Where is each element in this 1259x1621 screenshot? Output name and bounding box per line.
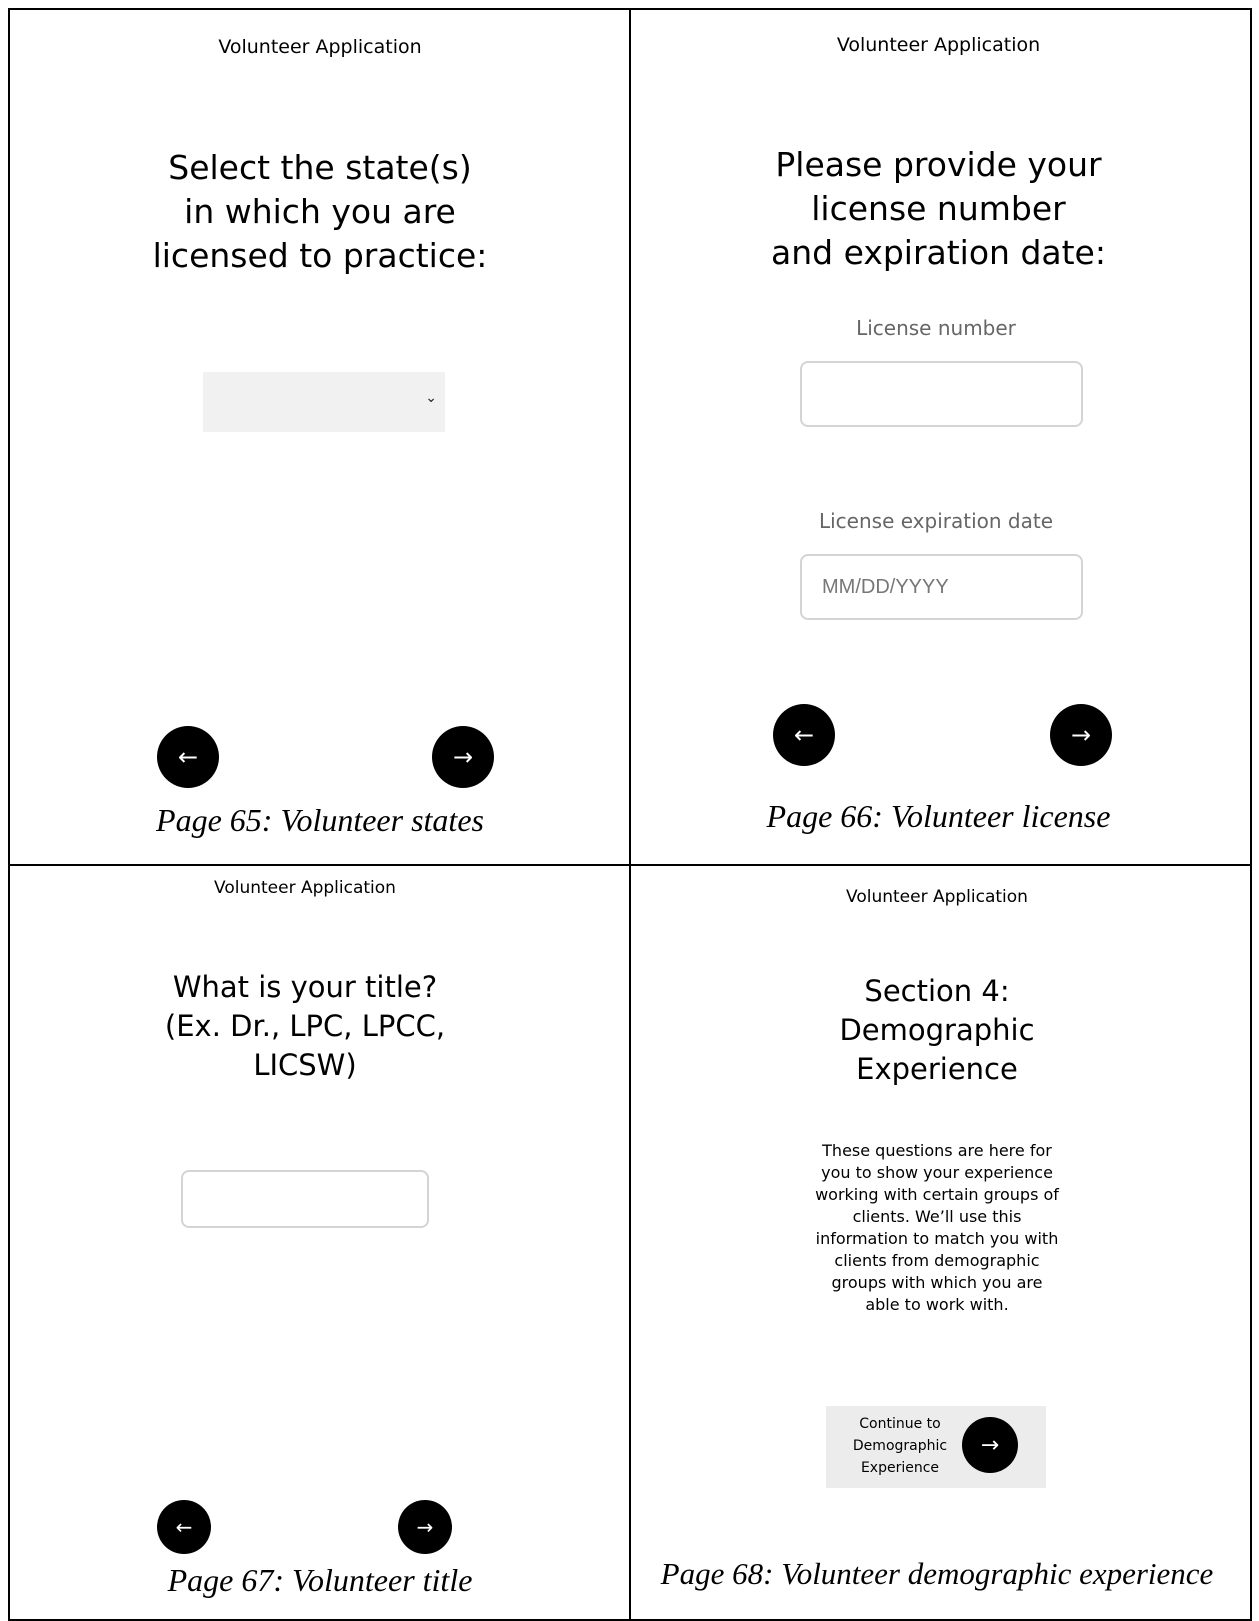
page-heading: What is your title? (Ex. Dr., LPC, LPCC,… (164, 970, 446, 1082)
license-expiration-input[interactable] (800, 554, 1083, 620)
app-title: Volunteer Application (836, 34, 1041, 56)
arrow-right-icon: → (416, 1515, 434, 1539)
next-button[interactable]: → (432, 726, 494, 788)
arrow-right-icon: → (980, 1432, 1000, 1458)
page-caption: Page 67: Volunteer title (167, 1562, 473, 1598)
back-button[interactable]: ← (157, 726, 219, 788)
page-heading: Please provide your license number and e… (771, 145, 1106, 272)
page-caption: Page 66: Volunteer license (766, 798, 1111, 834)
back-button[interactable]: ← (773, 704, 835, 766)
arrow-right-icon: → (1070, 721, 1092, 749)
arrow-left-icon: ← (175, 1515, 193, 1539)
page-caption: Page 65: Volunteer states (156, 802, 484, 838)
arrow-left-icon: ← (793, 721, 815, 749)
license-expiration-label: License expiration date (818, 509, 1054, 533)
panel-volunteer-demographic: Volunteer Application Section 4: Demogra… (631, 866, 1250, 1619)
continue-button[interactable]: Continue to Demographic Experience → (826, 1406, 1046, 1488)
title-input[interactable] (181, 1170, 429, 1228)
arrow-left-icon: ← (177, 743, 199, 771)
continue-arrow-button[interactable]: → (962, 1417, 1018, 1473)
app-title: Volunteer Application (218, 36, 422, 58)
panel-volunteer-states: Volunteer Application Select the state(s… (10, 10, 629, 864)
app-title: Volunteer Application (214, 878, 396, 898)
app-title: Volunteer Application (846, 887, 1028, 907)
section-description: These questions are here for you to show… (815, 1141, 1059, 1314)
page-heading: Section 4: Demographic Experience (839, 974, 1035, 1086)
next-button[interactable]: → (398, 1500, 452, 1554)
back-button[interactable]: ← (157, 1500, 211, 1554)
state-select[interactable]: ⌄ (203, 372, 445, 432)
continue-label: Continue to Demographic Experience (852, 1416, 948, 1476)
page-heading: Select the state(s) in which you are lic… (152, 148, 488, 275)
chevron-down-icon: ⌄ (425, 390, 437, 406)
panel-volunteer-title: Volunteer Application What is your title… (10, 866, 629, 1619)
panel-volunteer-license: Volunteer Application Please provide you… (631, 10, 1250, 864)
next-button[interactable]: → (1050, 704, 1112, 766)
license-number-input[interactable] (800, 361, 1083, 427)
license-number-label: License number (856, 316, 1016, 340)
arrow-right-icon: → (452, 743, 474, 771)
page-caption: Page 68: Volunteer demographic experienc… (660, 1556, 1214, 1591)
